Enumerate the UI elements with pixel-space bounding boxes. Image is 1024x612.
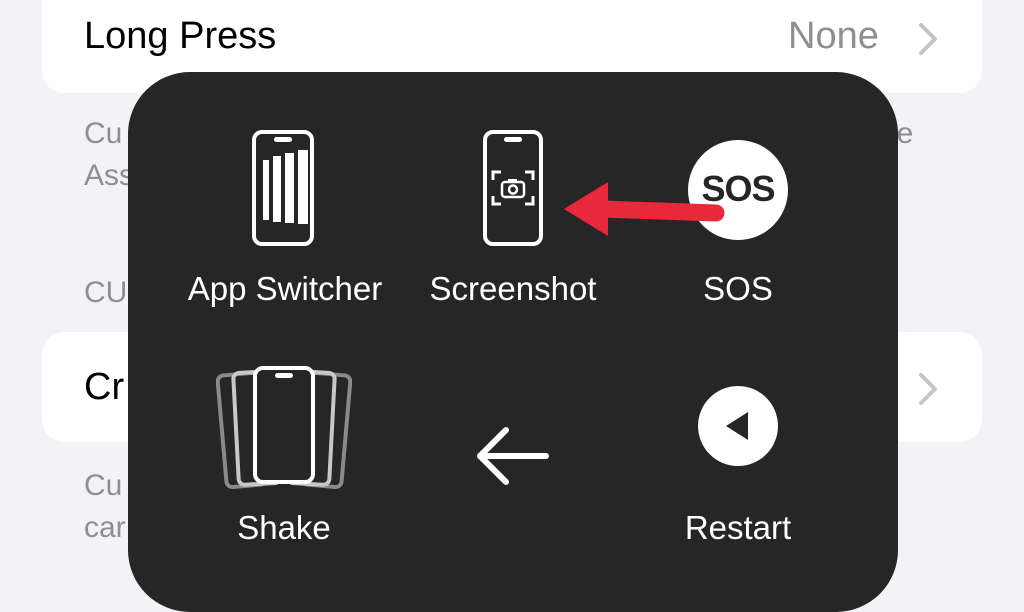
shake-label: Shake [237,509,331,546]
section-header: CU [84,276,128,309]
restart-label: Restart [684,509,792,546]
assistive-touch-menu: App Switcher Screenshot SOS SOS Shake Re… [128,72,898,612]
footnote-2: Cu car [84,465,126,549]
screenshot-label: Screenshot [429,270,597,307]
footnote-1: Cu Ass [84,113,134,197]
chevron-right-icon [919,23,937,55]
screenshot-icon [483,130,543,246]
row-2-label: Cr [84,366,125,408]
chevron-right-icon [919,373,937,405]
restart-icon [698,386,778,466]
footnote-2-line-2: car [84,511,126,544]
footnote-2-line-1: Cu [84,469,123,502]
app-switcher-label: App Switcher [187,270,383,307]
shake-icon [216,366,352,490]
long-press-value: None [788,15,879,57]
app-switcher-icon [252,130,314,246]
back-arrow-icon [477,427,549,485]
footnote-1-line-1: Cu [84,117,123,150]
footnote-1-line-2: Ass [84,159,135,192]
long-press-label: Long Press [84,15,277,57]
sos-label: SOS [703,270,773,307]
red-pointer-arrow-icon [564,182,725,236]
